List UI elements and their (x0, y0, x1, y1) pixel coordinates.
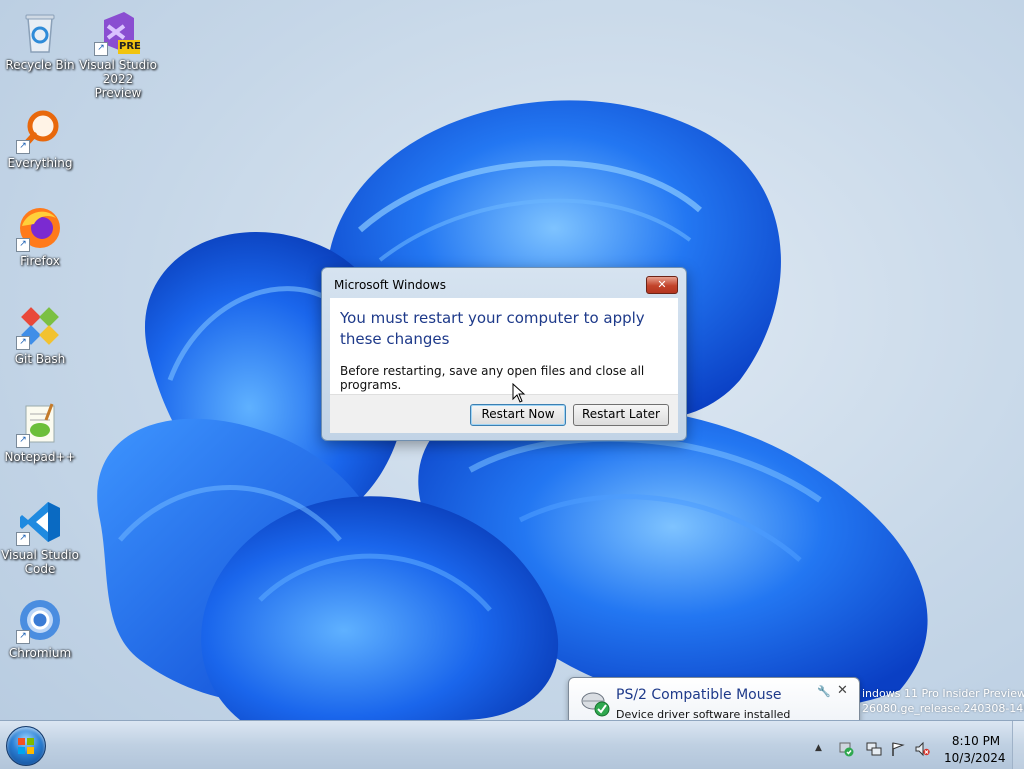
show-desktop-button[interactable] (1012, 721, 1024, 769)
desktop-icon-everything[interactable]: ↗ Everything (0, 106, 80, 170)
desktop-icon-label: Chromium (8, 646, 72, 660)
shortcut-arrow-icon: ↗ (16, 238, 30, 252)
desktop-icon-label: Visual Studio Code (1, 548, 79, 576)
firefox-icon: ↗ (16, 204, 64, 252)
shortcut-arrow-icon: ↗ (94, 42, 108, 56)
shortcut-arrow-icon: ↗ (16, 532, 30, 546)
shortcut-arrow-icon: ↗ (16, 336, 30, 350)
shortcut-arrow-icon: ↗ (16, 630, 30, 644)
desktop-icon-label: Git Bash (14, 352, 66, 366)
clock-date[interactable]: 10/3/2024 (944, 751, 1006, 765)
preview-badge: PRE (119, 41, 141, 52)
show-hidden-icons-chevron-icon[interactable]: ▲ (815, 743, 822, 753)
desktop-icon-label: Notepad++ (4, 450, 76, 464)
balloon-settings-icon[interactable]: 🔧 (817, 685, 831, 698)
watermark-build: 26080.ge_release.240308-1400 (862, 702, 1024, 715)
start-button[interactable] (6, 726, 46, 766)
dialog-title: Microsoft Windows (334, 278, 446, 292)
volume-muted-icon[interactable] (914, 741, 930, 757)
desktop-icon-visual-studio[interactable]: PRE ↗ Visual Studio 2022 Preview (78, 8, 158, 100)
desktop-icon-vscode[interactable]: ↗ Visual Studio Code (0, 498, 80, 576)
taskbar: ▲ 8:10 PM 10/3/2024 (0, 720, 1024, 769)
vscode-icon: ↗ (16, 498, 64, 546)
desktop-icon-label: Firefox (20, 254, 60, 268)
restart-later-button[interactable]: Restart Later (573, 404, 669, 426)
desktop-icon-label: Recycle Bin (5, 58, 75, 72)
everything-search-icon: ↗ (16, 106, 64, 154)
action-center-flag-icon[interactable] (890, 741, 906, 757)
desktop-icon-chromium[interactable]: ↗ Chromium (0, 596, 80, 660)
build-watermark: indows 11 Pro Insider Preview 26080.ge_r… (862, 686, 1024, 716)
git-bash-icon: ↗ (16, 302, 64, 350)
restart-now-button[interactable]: Restart Now (470, 404, 566, 426)
chromium-icon: ↗ (16, 596, 64, 644)
shortcut-arrow-icon: ↗ (16, 140, 30, 154)
dialog-message: Before restarting, save any open files a… (340, 364, 645, 392)
network-icon[interactable] (866, 741, 882, 757)
visual-studio-icon: PRE ↗ (94, 8, 142, 56)
desktop-icon-firefox[interactable]: ↗ Firefox (0, 204, 80, 268)
mouse-cursor-icon (512, 383, 526, 403)
windows-logo-icon (18, 738, 34, 754)
balloon-close-icon[interactable]: ✕ (837, 683, 848, 698)
notepad-plus-plus-icon: ↗ (16, 400, 64, 448)
clock-time[interactable]: 8:10 PM (948, 734, 1004, 748)
dialog-heading: You must restart your computer to apply … (340, 309, 645, 348)
desktop-icon-recycle-bin[interactable]: Recycle Bin (0, 8, 80, 72)
device-installed-icon[interactable] (838, 741, 854, 757)
desktop-icon-label: Everything (7, 156, 73, 170)
desktop-icon-label: Visual Studio 2022 Preview (79, 58, 157, 100)
close-button[interactable]: ✕ (646, 276, 678, 294)
shortcut-arrow-icon: ↗ (16, 434, 30, 448)
watermark-edition: indows 11 Pro Insider Preview (862, 687, 1024, 700)
balloon-title: PS/2 Compatible Mouse (616, 687, 782, 703)
mouse-device-icon (581, 692, 610, 717)
dialog-body: You must restart your computer to apply … (330, 298, 678, 394)
recycle-bin-icon (16, 8, 64, 56)
desktop-icon-git-bash[interactable]: ↗ Git Bash (0, 302, 80, 366)
desktop-icon-notepad-plus-plus[interactable]: ↗ Notepad++ (0, 400, 80, 464)
close-icon: ✕ (657, 278, 667, 291)
dialog-footer: Restart Now Restart Later (330, 394, 678, 433)
restart-dialog: Microsoft Windows ✕ You must restart you… (321, 267, 687, 441)
